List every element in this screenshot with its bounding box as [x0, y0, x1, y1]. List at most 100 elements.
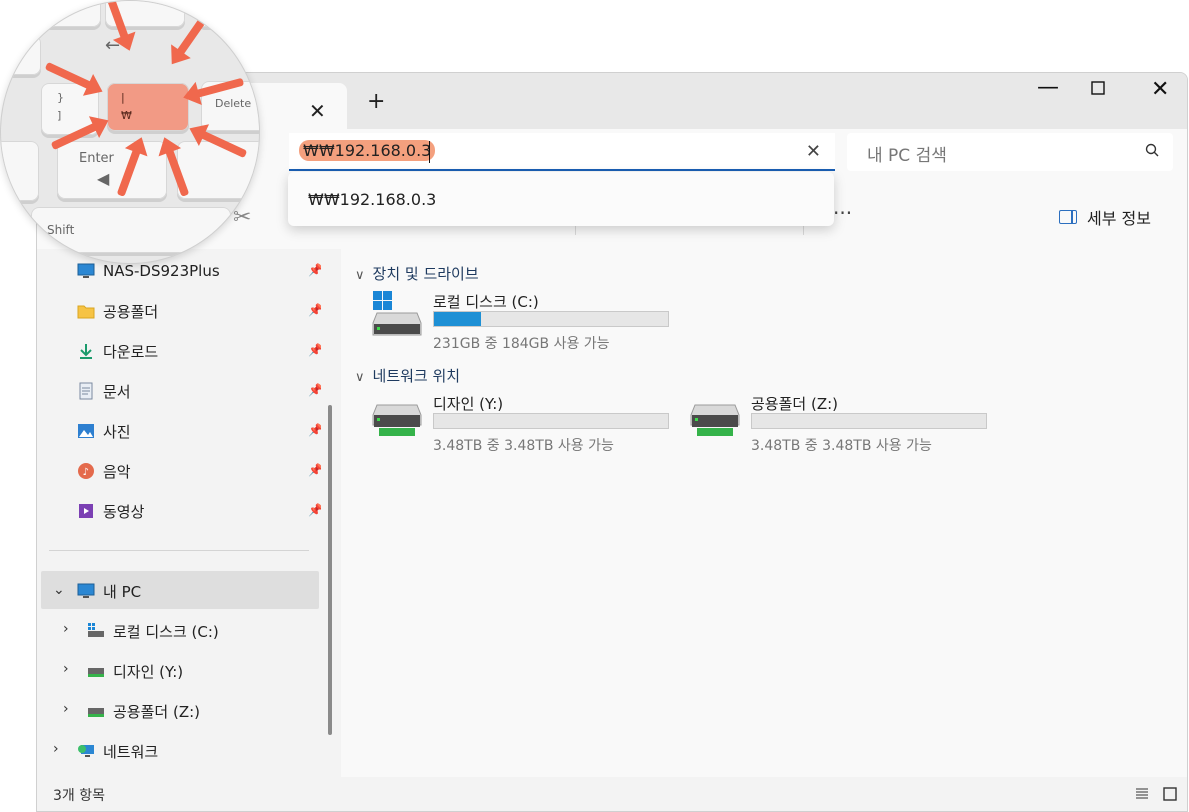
content-pane: ∨ 장치 및 드라이브 로컬 디스크 (C:) 231GB 중 184GB 사용 … [341, 249, 1187, 777]
sidebar-item-drive-c[interactable]: 로컬 디스크 (C:) [87, 613, 307, 649]
sidebar-item-label: 로컬 디스크 (C:) [113, 622, 219, 641]
details-view-icon[interactable] [1135, 787, 1149, 801]
section-title: 장치 및 드라이브 [372, 265, 479, 283]
drive-name: 로컬 디스크 (C:) [433, 293, 539, 311]
sidebar-item-label: 네트워크 [103, 742, 159, 761]
sidebar-item-label: 동영상 [103, 502, 145, 521]
search-box[interactable]: 내 PC 검색 [847, 133, 1173, 171]
sidebar-scrollbar-thumb[interactable] [328, 405, 332, 735]
key-label: } [57, 91, 64, 104]
navigation-pane: NAS-DS923Plus 📌 공용폴더 📌 다운로드 📌 문서 📌 사진 📌 … [37, 249, 341, 777]
monitor-icon [77, 263, 95, 278]
tiles-view-icon[interactable] [1163, 787, 1177, 801]
music-icon: ♪ [78, 463, 94, 479]
details-pane-icon [1059, 210, 1077, 224]
document-icon [79, 382, 93, 400]
status-bar: 3개 항목 [37, 777, 1187, 811]
sidebar-item-documents[interactable]: 문서 📌 [77, 373, 323, 409]
window-close-icon[interactable]: ✕ [1151, 79, 1169, 101]
enter-arrow-icon: ◀ [97, 169, 110, 188]
keyboard-key [1, 35, 41, 75]
more-options-button[interactable]: ··· [833, 201, 852, 225]
sidebar-item-label: 문서 [103, 382, 131, 401]
tab-close-icon[interactable]: ✕ [309, 101, 326, 121]
sidebar-item-label: 다운로드 [103, 342, 159, 361]
search-placeholder[interactable]: 내 PC 검색 [867, 141, 947, 166]
video-icon [79, 504, 93, 518]
sidebar-item-label: 공용폴더 [103, 302, 159, 321]
address-suggestion-dropdown: ₩₩192.168.0.3 [288, 172, 834, 226]
sidebar-item-pictures[interactable]: 사진 📌 [77, 413, 323, 449]
drive-item-y[interactable]: 디자인 (Y:) 3.48TB 중 3.48TB 사용 가능 [371, 393, 671, 454]
sidebar-divider [49, 550, 309, 551]
sidebar-item-this-pc[interactable]: 내 PC [77, 573, 323, 609]
address-suggestion-item[interactable]: ₩₩192.168.0.3 [308, 190, 436, 209]
chevron-down-icon[interactable]: ⌄ [53, 582, 65, 598]
drive-item-z[interactable]: 공용폴더 (Z:) 3.48TB 중 3.48TB 사용 가능 [689, 393, 989, 454]
keyboard-key [41, 1, 101, 27]
keyboard-key [177, 141, 259, 199]
network-drive-icon [372, 404, 422, 436]
address-bar[interactable]: ₩₩192.168.0.3 ✕ [289, 133, 835, 171]
network-icon [78, 745, 94, 757]
address-input-value[interactable]: ₩₩192.168.0.3 [299, 140, 436, 161]
details-label: 세부 정보 [1087, 209, 1151, 228]
minimize-icon[interactable]: — [1037, 77, 1059, 99]
keyboard-key-backslash-highlighted: | ₩ [107, 83, 189, 131]
sidebar-item-label: 음악 [103, 462, 131, 481]
sidebar-item-network[interactable]: 네트워크 [77, 733, 323, 769]
chevron-right-icon[interactable]: › [63, 621, 69, 637]
chevron-right-icon[interactable]: › [53, 741, 59, 757]
drive-item-c[interactable]: 로컬 디스크 (C:) 231GB 중 184GB 사용 가능 [371, 291, 671, 352]
drive-name: 디자인 (Y:) [433, 395, 504, 413]
drive-capacity: 3.48TB 중 3.48TB 사용 가능 [751, 438, 932, 454]
sidebar-item-videos[interactable]: 동영상 📌 [77, 493, 323, 529]
drive-capacity: 231GB 중 184GB 사용 가능 [433, 336, 610, 352]
section-network-locations[interactable]: ∨ 네트워크 위치 [355, 365, 460, 386]
chevron-right-icon[interactable]: › [63, 661, 69, 677]
key-label: ₩ [121, 109, 132, 122]
drive-usage-bar [433, 413, 669, 429]
maximize-icon[interactable] [1091, 81, 1105, 99]
keyboard-key-shift: Shift [31, 207, 231, 253]
details-pane-button[interactable]: 세부 정보 [1059, 205, 1151, 229]
clear-address-icon[interactable]: ✕ [806, 141, 821, 162]
chevron-right-icon[interactable]: › [63, 701, 69, 717]
shift-arrow-icon: ⇧ [11, 221, 23, 237]
item-count: 3개 항목 [53, 788, 105, 804]
section-title: 네트워크 위치 [372, 367, 461, 385]
sidebar-item-drive-z[interactable]: 공용폴더 (Z:) [87, 693, 307, 729]
sidebar-item-label: NAS-DS923Plus [103, 262, 220, 280]
new-tab-button[interactable]: + [367, 91, 385, 113]
drive-usage-fill [434, 312, 481, 326]
drive-usage-bar [433, 311, 669, 327]
keyboard-key-enter: Enter ◀ [57, 141, 167, 199]
folder-icon [77, 305, 95, 319]
sidebar-item-label: 공용폴더 (Z:) [113, 702, 201, 721]
keyboard-key [1, 141, 39, 201]
sidebar-item-downloads[interactable]: 다운로드 📌 [77, 333, 323, 369]
sidebar-item-label: 내 PC [103, 582, 142, 601]
network-drive-icon [690, 404, 740, 436]
local-drive-icon [372, 291, 422, 336]
drive-icon [88, 623, 104, 637]
key-label: ] [57, 109, 62, 122]
drive-name: 공용폴더 (Z:) [751, 395, 839, 413]
keyboard-zoom-inset: ← } ] | ₩ Delete Enter ◀ Shift ⇧ [0, 0, 260, 264]
chevron-down-icon[interactable]: ∨ [355, 370, 365, 385]
key-label: Delete [215, 97, 252, 110]
picture-icon [78, 424, 94, 438]
text-caret [429, 141, 430, 163]
search-icon[interactable] [1145, 143, 1159, 157]
drive-usage-bar [751, 413, 987, 429]
sidebar-item-music[interactable]: ♪ 음악 📌 [77, 453, 323, 489]
section-devices[interactable]: ∨ 장치 및 드라이브 [355, 263, 479, 284]
network-drive-icon [88, 668, 104, 677]
sidebar-item-drive-y[interactable]: 디자인 (Y:) [87, 653, 307, 689]
svg-text:♪: ♪ [83, 467, 89, 478]
sidebar-item-label: 사진 [103, 422, 131, 441]
sidebar-item-shared-folder[interactable]: 공용폴더 📌 [77, 293, 323, 329]
key-label: Enter [79, 151, 114, 166]
download-icon [80, 344, 92, 359]
chevron-down-icon[interactable]: ∨ [355, 268, 365, 283]
